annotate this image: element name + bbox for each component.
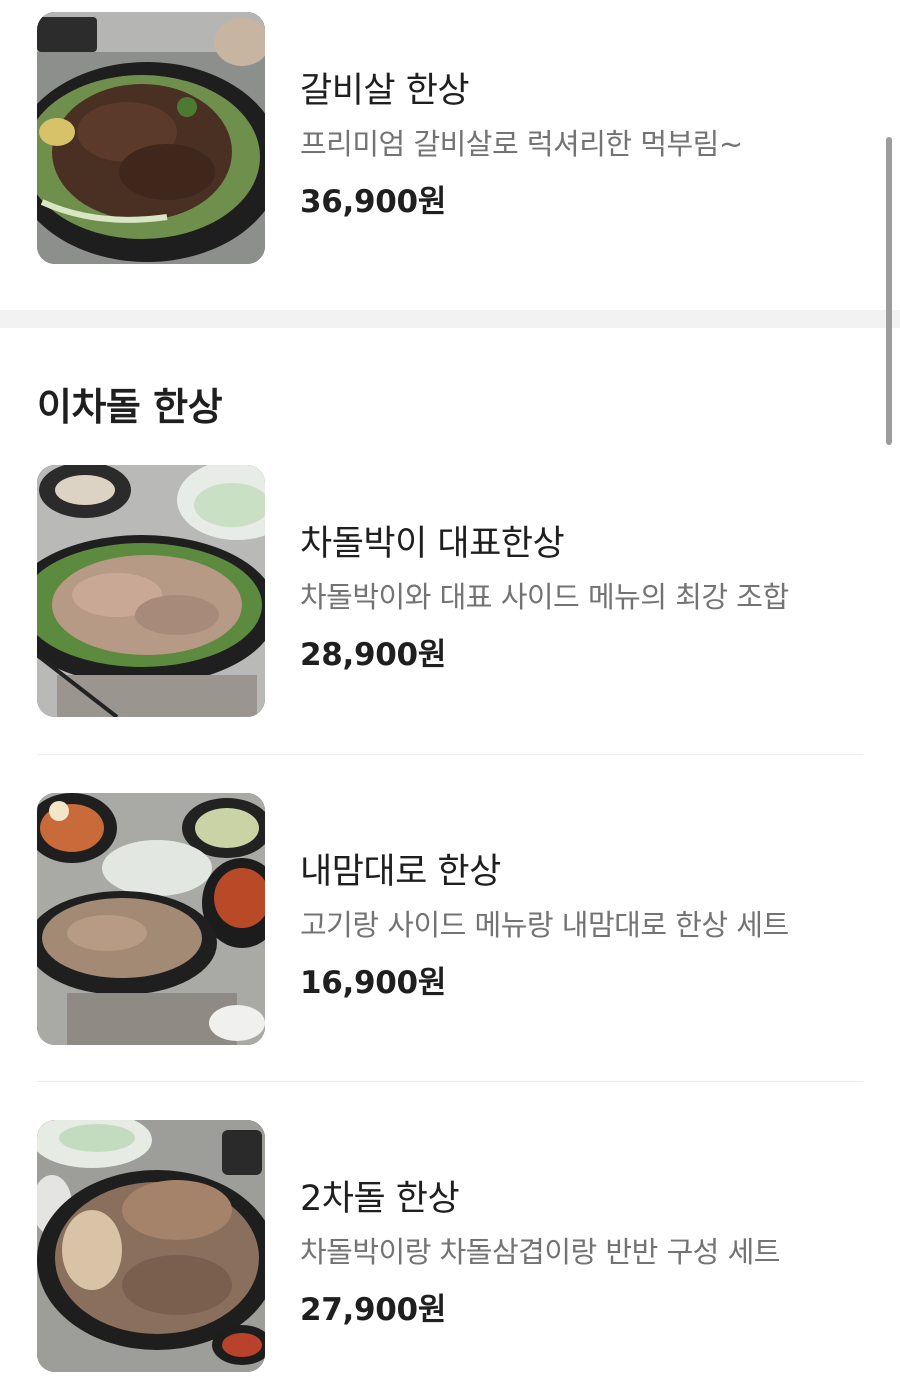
- menu-item-image[interactable]: [37, 465, 265, 717]
- menu-item-name: 갈비살 한상: [300, 71, 470, 111]
- menu-item-price: 36,900원: [300, 184, 447, 220]
- menu-item-image[interactable]: [37, 12, 265, 264]
- divider: [37, 1081, 863, 1082]
- menu-item-description: 고기랑 사이드 메뉴랑 내맘대로 한상 세트: [300, 908, 789, 942]
- menu-item-name: 2차돌 한상: [300, 1179, 460, 1219]
- menu-item-price: 28,900원: [300, 637, 447, 673]
- menu-item-image[interactable]: [37, 1120, 265, 1372]
- menu-item-description: 프리미엄 갈비살로 럭셔리한 먹부림~: [300, 127, 743, 161]
- menu-item-two-chadol[interactable]: 2차돌 한상 차돌박이랑 차돌삼겹이랑 반반 구성 세트 27,900원: [0, 1120, 890, 1372]
- menu-item-name: 차돌박이 대표한상: [300, 524, 565, 564]
- menu-item-description: 차돌박이와 대표 사이드 메뉴의 최강 조합: [300, 580, 789, 614]
- vertical-scrollbar[interactable]: [886, 137, 892, 445]
- menu-item-image[interactable]: [37, 793, 265, 1045]
- divider: [37, 754, 863, 755]
- section-title: 이차돌 한상: [37, 385, 223, 429]
- menu-item-price: 16,900원: [300, 965, 447, 1001]
- menu-item-description: 차돌박이랑 차돌삼겹이랑 반반 구성 세트: [300, 1235, 780, 1269]
- menu-item-galbisal[interactable]: 갈비살 한상 프리미엄 갈비살로 럭셔리한 먹부림~ 36,900원: [0, 12, 890, 264]
- menu-item-name: 내맘대로 한상: [300, 852, 501, 892]
- section-separator: [0, 310, 900, 328]
- menu-item-chadolbagi-signature[interactable]: 차돌박이 대표한상 차돌박이와 대표 사이드 메뉴의 최강 조합 28,900원: [0, 465, 890, 717]
- menu-item-price: 27,900원: [300, 1292, 447, 1328]
- menu-item-custom-set[interactable]: 내맘대로 한상 고기랑 사이드 메뉴랑 내맘대로 한상 세트 16,900원: [0, 793, 890, 1045]
